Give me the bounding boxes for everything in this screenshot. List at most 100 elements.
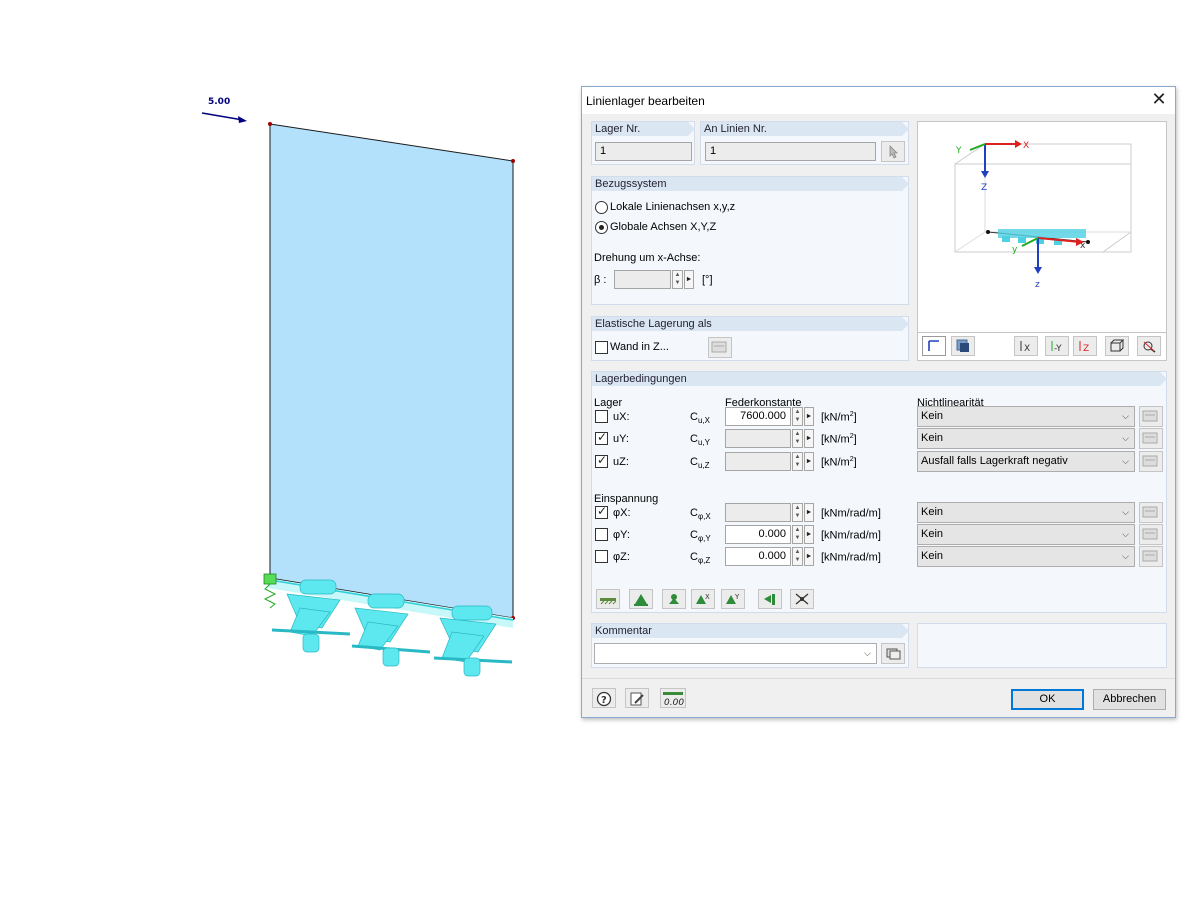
beta-spinner[interactable]: ▲ ▼	[672, 270, 683, 289]
uy-arrow-button[interactable]: ►	[804, 429, 814, 448]
phiy-spring-input[interactable]: 0.000	[725, 525, 791, 544]
radio-local-axes-label: Lokale Linienachsen x,y,z	[610, 201, 736, 213]
ok-button[interactable]: OK	[1011, 689, 1084, 710]
phiy-unit-base: [kNm/rad/m]	[821, 529, 881, 542]
model-view[interactable]: 5.00	[0, 0, 580, 900]
kommentar-library-button[interactable]	[881, 643, 905, 664]
group-an-linien: An Linien Nr. 1	[700, 121, 909, 165]
preset-hinged-button[interactable]	[596, 589, 620, 609]
beta-arrow-button[interactable]: ►	[684, 270, 694, 289]
view-axes-button[interactable]	[922, 336, 946, 356]
help-icon: ?	[596, 691, 612, 707]
phiy-checkbox[interactable]	[595, 528, 608, 541]
ux-nonlinearity-edit-button[interactable]	[1139, 406, 1163, 427]
beta-input[interactable]	[614, 270, 671, 289]
wall-surface[interactable]	[269, 123, 514, 619]
phiz-nonlinearity-edit-button[interactable]	[1139, 546, 1163, 567]
phix-arrow-button[interactable]: ►	[804, 503, 814, 522]
phiz-arrow-button[interactable]: ►	[804, 547, 814, 566]
view-z-button[interactable]: Z	[1073, 336, 1097, 356]
dialog-title: Linienlager bearbeiten	[586, 94, 705, 108]
calculate-button[interactable]: 0.00	[660, 688, 686, 708]
uz-unit-base: [kN/m	[821, 456, 850, 469]
ux-spring-input[interactable]: 7600.000	[725, 407, 791, 426]
uy-unit-base: [kN/m	[821, 433, 850, 446]
phiy-spinner[interactable]: ▲ ▼	[792, 525, 803, 544]
preset-free-button[interactable]	[790, 589, 814, 609]
load-value-label: 5.00	[208, 97, 231, 107]
uz-spring-input[interactable]	[725, 452, 791, 471]
uz-spinner[interactable]: ▲ ▼	[792, 452, 803, 471]
phiy-arrow-button[interactable]: ►	[804, 525, 814, 544]
edit-button[interactable]	[625, 688, 649, 708]
preset-fixed-button[interactable]	[629, 589, 653, 609]
cancel-button[interactable]: Abbrechen	[1093, 689, 1166, 710]
view-reset-button[interactable]	[1137, 336, 1161, 356]
close-button[interactable]: ✕	[1149, 90, 1169, 110]
uz-spring-symbol: Cu,Z	[690, 456, 710, 470]
uy-label: uY:	[613, 433, 629, 445]
uz-nonlinearity-select[interactable]: Ausfall falls Lagerkraft negativ ⌵	[917, 451, 1135, 472]
phix-nonlinearity-edit-button[interactable]	[1139, 502, 1163, 523]
svg-text:?: ?	[601, 695, 607, 706]
pick-lines-button[interactable]	[881, 141, 905, 162]
uz-unit-end: ]	[853, 456, 857, 469]
uz-nonlinearity-edit-button[interactable]	[1139, 451, 1163, 472]
ux-unit-base: [kN/m	[821, 411, 850, 424]
edit-dialog-icon	[711, 341, 727, 353]
preset-roller-x-button[interactable]: X	[691, 589, 715, 609]
node-top-left[interactable]	[268, 122, 272, 126]
phiy-nonlinearity-edit-button[interactable]	[1139, 524, 1163, 545]
node-top-right[interactable]	[511, 159, 515, 163]
group-bezugssystem: Bezugssystem Lokale Linienachsen x,y,z G…	[591, 176, 909, 305]
spring-support[interactable]	[263, 573, 277, 609]
uy-nonlinearity-edit-button[interactable]	[1139, 428, 1163, 449]
uy-checkbox[interactable]	[595, 430, 608, 445]
uy-spinner[interactable]: ▲ ▼	[792, 429, 803, 448]
preset-pinned-button[interactable]	[662, 589, 686, 609]
phiz-nonlinearity-select[interactable]: Kein ⌵	[917, 546, 1135, 567]
view-render-button[interactable]	[951, 336, 975, 356]
an-linien-field[interactable]: 1	[705, 142, 876, 161]
preset-wall-button[interactable]	[758, 589, 782, 609]
radio-local-axes[interactable]	[595, 201, 608, 214]
view-z-icon: Z	[1079, 341, 1089, 353]
uy-spring-input[interactable]	[725, 429, 791, 448]
ux-arrow-button[interactable]: ►	[804, 407, 814, 426]
kommentar-combo[interactable]: ⌵	[594, 643, 877, 664]
uy-nonlinearity-select[interactable]: Kein ⌵	[917, 428, 1135, 449]
phix-spinner[interactable]: ▲ ▼	[792, 503, 803, 522]
phix-nonlinearity-select[interactable]: Kein ⌵	[917, 502, 1135, 523]
footer-separator	[582, 678, 1175, 679]
preview-panel[interactable]: X Y Z x y z	[917, 121, 1167, 333]
phix-checkbox[interactable]	[595, 504, 608, 519]
axes-icon	[928, 340, 939, 351]
view-minus-y-button[interactable]: -Y	[1045, 336, 1069, 356]
view-x-button[interactable]: X	[1014, 336, 1038, 356]
phix-c-main: C	[690, 507, 698, 519]
uz-arrow-button[interactable]: ►	[804, 452, 814, 471]
phiz-spring-input[interactable]: 0.000	[725, 547, 791, 566]
lager-nr-field[interactable]: 1	[595, 142, 692, 161]
preset-roller-y-button[interactable]: Y	[721, 589, 745, 609]
chevron-down-icon: ⌵	[1122, 551, 1129, 561]
phiz-spinner[interactable]: ▲ ▼	[792, 547, 803, 566]
wall-in-z-checkbox[interactable]	[595, 341, 608, 354]
dialog-titlebar[interactable]: Linienlager bearbeiten ✕	[582, 87, 1175, 114]
ux-checkbox[interactable]	[595, 410, 608, 423]
ux-nonlinearity-select[interactable]: Kein ⌵	[917, 406, 1135, 427]
radio-global-axes[interactable]	[595, 221, 608, 234]
phiz-checkbox[interactable]	[595, 550, 608, 563]
phiz-spring-symbol: Cφ,Z	[690, 551, 710, 565]
view-iso-button[interactable]	[1105, 336, 1129, 356]
view-x-icon: X	[1020, 341, 1030, 353]
uz-checkbox[interactable]	[595, 453, 608, 468]
model-canvas[interactable]	[0, 0, 580, 900]
lagerbedingungen-heading: Lagerbedingungen	[592, 372, 1167, 386]
ux-spinner[interactable]: ▲ ▼	[792, 407, 803, 426]
wall-settings-button[interactable]	[708, 337, 732, 358]
phiy-nonlinearity-select[interactable]: Kein ⌵	[917, 524, 1135, 545]
edit-line-support-dialog[interactable]: Linienlager bearbeiten ✕ Lager Nr. 1 An …	[581, 86, 1176, 718]
phix-spring-input[interactable]	[725, 503, 791, 522]
help-button[interactable]: ?	[592, 688, 616, 708]
